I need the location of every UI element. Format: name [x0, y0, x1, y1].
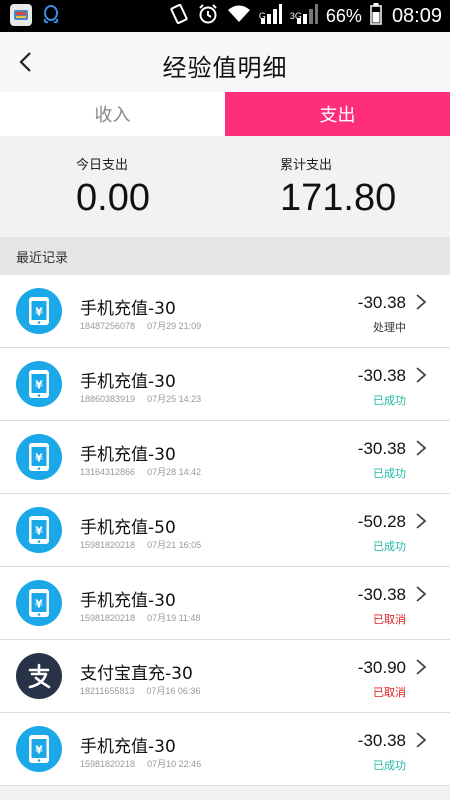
record-amount: -30.38 — [357, 293, 406, 312]
record-meta: 18487256078 07月29 21:09 — [80, 319, 201, 332]
today-expense-value: 0.00 — [76, 177, 150, 219]
record-amount: -30.38 — [357, 439, 406, 458]
clock: 08:09 — [391, 4, 442, 27]
record-amount: -30.38 — [357, 731, 406, 750]
record-row[interactable]: ¥ 手机充值-30 15981820218 07月10 22:46 -30.38 已成功 — [0, 713, 450, 786]
record-title: 支付宝直充-30 — [80, 664, 193, 684]
total-expense-value: 171.80 — [280, 177, 397, 219]
record-phone: 15981820218 — [80, 540, 136, 550]
record-status: 已成功 — [373, 394, 406, 407]
record-meta: 13164312866 07月28 14:42 — [80, 465, 201, 478]
phone-recharge-icon: ¥ — [16, 580, 62, 626]
total-expense: 累计支出 171.80 — [280, 154, 396, 220]
chevron-right-icon — [414, 584, 428, 604]
record-phone: 18211655813 — [80, 686, 135, 696]
status-bar: G 3G 66% 08:09 — [0, 0, 450, 32]
alipay-icon — [16, 653, 62, 699]
records-list: ¥ 手机充值-30 18487256078 07月29 21:09 -30.38 处理中 ¥… — [0, 275, 450, 786]
record-phone: 18860383919 — [80, 394, 136, 404]
record-row[interactable]: ¥ 手机充值-30 18860383919 07月25 14:23 -30.38 已成功 — [0, 348, 450, 421]
expense-summary: 今日支出 0.00 累计支出 171.80 — [0, 136, 450, 237]
battery-icon — [370, 3, 382, 29]
tab-income[interactable]: 收入 — [0, 92, 225, 136]
tab-expense[interactable]: 支出 — [225, 92, 450, 136]
total-expense-label: 累计支出 — [280, 158, 333, 173]
record-time: 07月29 21:09 — [147, 321, 202, 331]
record-status: 已取消 — [373, 686, 406, 699]
network-type-label: G — [258, 11, 266, 21]
svg-text:¥: ¥ — [35, 452, 43, 465]
record-title: 手机充值-30 — [80, 445, 176, 465]
phone-recharge-icon: ¥ — [16, 434, 62, 480]
record-meta: 15981820218 07月10 22:46 — [80, 757, 201, 770]
battery-percent: 66% — [325, 5, 362, 26]
svg-text:¥: ¥ — [35, 306, 43, 319]
record-time: 07月16 06:36 — [146, 686, 201, 696]
wifi-icon — [227, 4, 251, 28]
svg-text:¥: ¥ — [35, 379, 43, 392]
record-status: 已成功 — [373, 759, 406, 772]
record-title: 手机充值-30 — [80, 591, 176, 611]
record-status: 已成功 — [373, 540, 406, 553]
svg-text:¥: ¥ — [35, 744, 43, 757]
chevron-right-icon — [414, 292, 428, 312]
record-amount: -30.38 — [357, 366, 406, 385]
phone-recharge-icon: ¥ — [16, 288, 62, 334]
recent-records-header: 最近记录 — [0, 237, 450, 275]
svg-text:¥: ¥ — [35, 598, 43, 611]
app-header: 经验值明细 — [0, 32, 450, 92]
phone-recharge-icon: ¥ — [16, 507, 62, 553]
record-meta: 15981820218 07月19 11:48 — [80, 611, 200, 624]
record-title: 手机充值-30 — [80, 737, 176, 757]
svg-text:¥: ¥ — [35, 525, 43, 538]
record-title: 手机充值-30 — [80, 299, 176, 319]
record-amount: -30.38 — [357, 585, 406, 604]
record-phone: 13164312866 — [80, 467, 136, 477]
record-meta: 15981820218 07月21 16:05 — [80, 538, 201, 551]
record-title: 手机充值-30 — [80, 372, 176, 392]
today-expense: 今日支出 0.00 — [76, 154, 150, 220]
chevron-right-icon — [414, 438, 428, 458]
record-phone: 15981820218 — [80, 759, 136, 769]
record-phone: 15981820218 — [80, 613, 136, 623]
record-time: 07月28 14:42 — [147, 467, 202, 477]
record-amount: -50.28 — [357, 512, 406, 531]
record-status: 已成功 — [373, 467, 406, 480]
record-time: 07月21 16:05 — [147, 540, 202, 550]
vibrate-icon — [169, 3, 189, 29]
today-expense-label: 今日支出 — [76, 158, 129, 173]
record-meta: 18211655813 07月16 06:36 — [80, 684, 200, 697]
record-row[interactable]: ¥ 手机充值-30 13164312866 07月28 14:42 -30.38 已成功 — [0, 421, 450, 494]
record-amount: -30.90 — [357, 658, 406, 677]
record-row[interactable]: ¥ 手机充值-50 15981820218 07月21 16:05 -50.28 已成功 — [0, 494, 450, 567]
record-status: 处理中 — [373, 321, 406, 334]
tab-bar: 收入 支出 — [0, 92, 450, 136]
phone-recharge-icon: ¥ — [16, 726, 62, 772]
chevron-right-icon — [414, 730, 428, 750]
app-notification-icon — [10, 4, 32, 26]
qq-icon — [40, 4, 62, 26]
record-meta: 18860383919 07月25 14:23 — [80, 392, 201, 405]
record-status: 已取消 — [373, 613, 406, 626]
record-time: 07月10 22:46 — [147, 759, 202, 769]
record-phone: 18487256078 — [80, 321, 136, 331]
page-title: 经验值明细 — [162, 54, 288, 82]
record-time: 07月25 14:23 — [147, 394, 202, 404]
chevron-right-icon — [414, 365, 428, 385]
record-row[interactable]: 支付宝直充-30 18211655813 07月16 06:36 -30.90 已取消 — [0, 640, 450, 713]
network-3g-label: 3G — [289, 11, 302, 21]
record-row[interactable]: ¥ 手机充值-30 18487256078 07月29 21:09 -30.38 处理中 — [0, 275, 450, 348]
record-title: 手机充值-50 — [80, 518, 176, 538]
phone-recharge-icon: ¥ — [16, 361, 62, 407]
record-time: 07月19 11:48 — [147, 613, 201, 623]
record-row[interactable]: ¥ 手机充值-30 15981820218 07月19 11:48 -30.38 已取消 — [0, 567, 450, 640]
chevron-right-icon — [414, 657, 428, 677]
alarm-icon — [197, 3, 219, 29]
chevron-right-icon — [414, 511, 428, 531]
